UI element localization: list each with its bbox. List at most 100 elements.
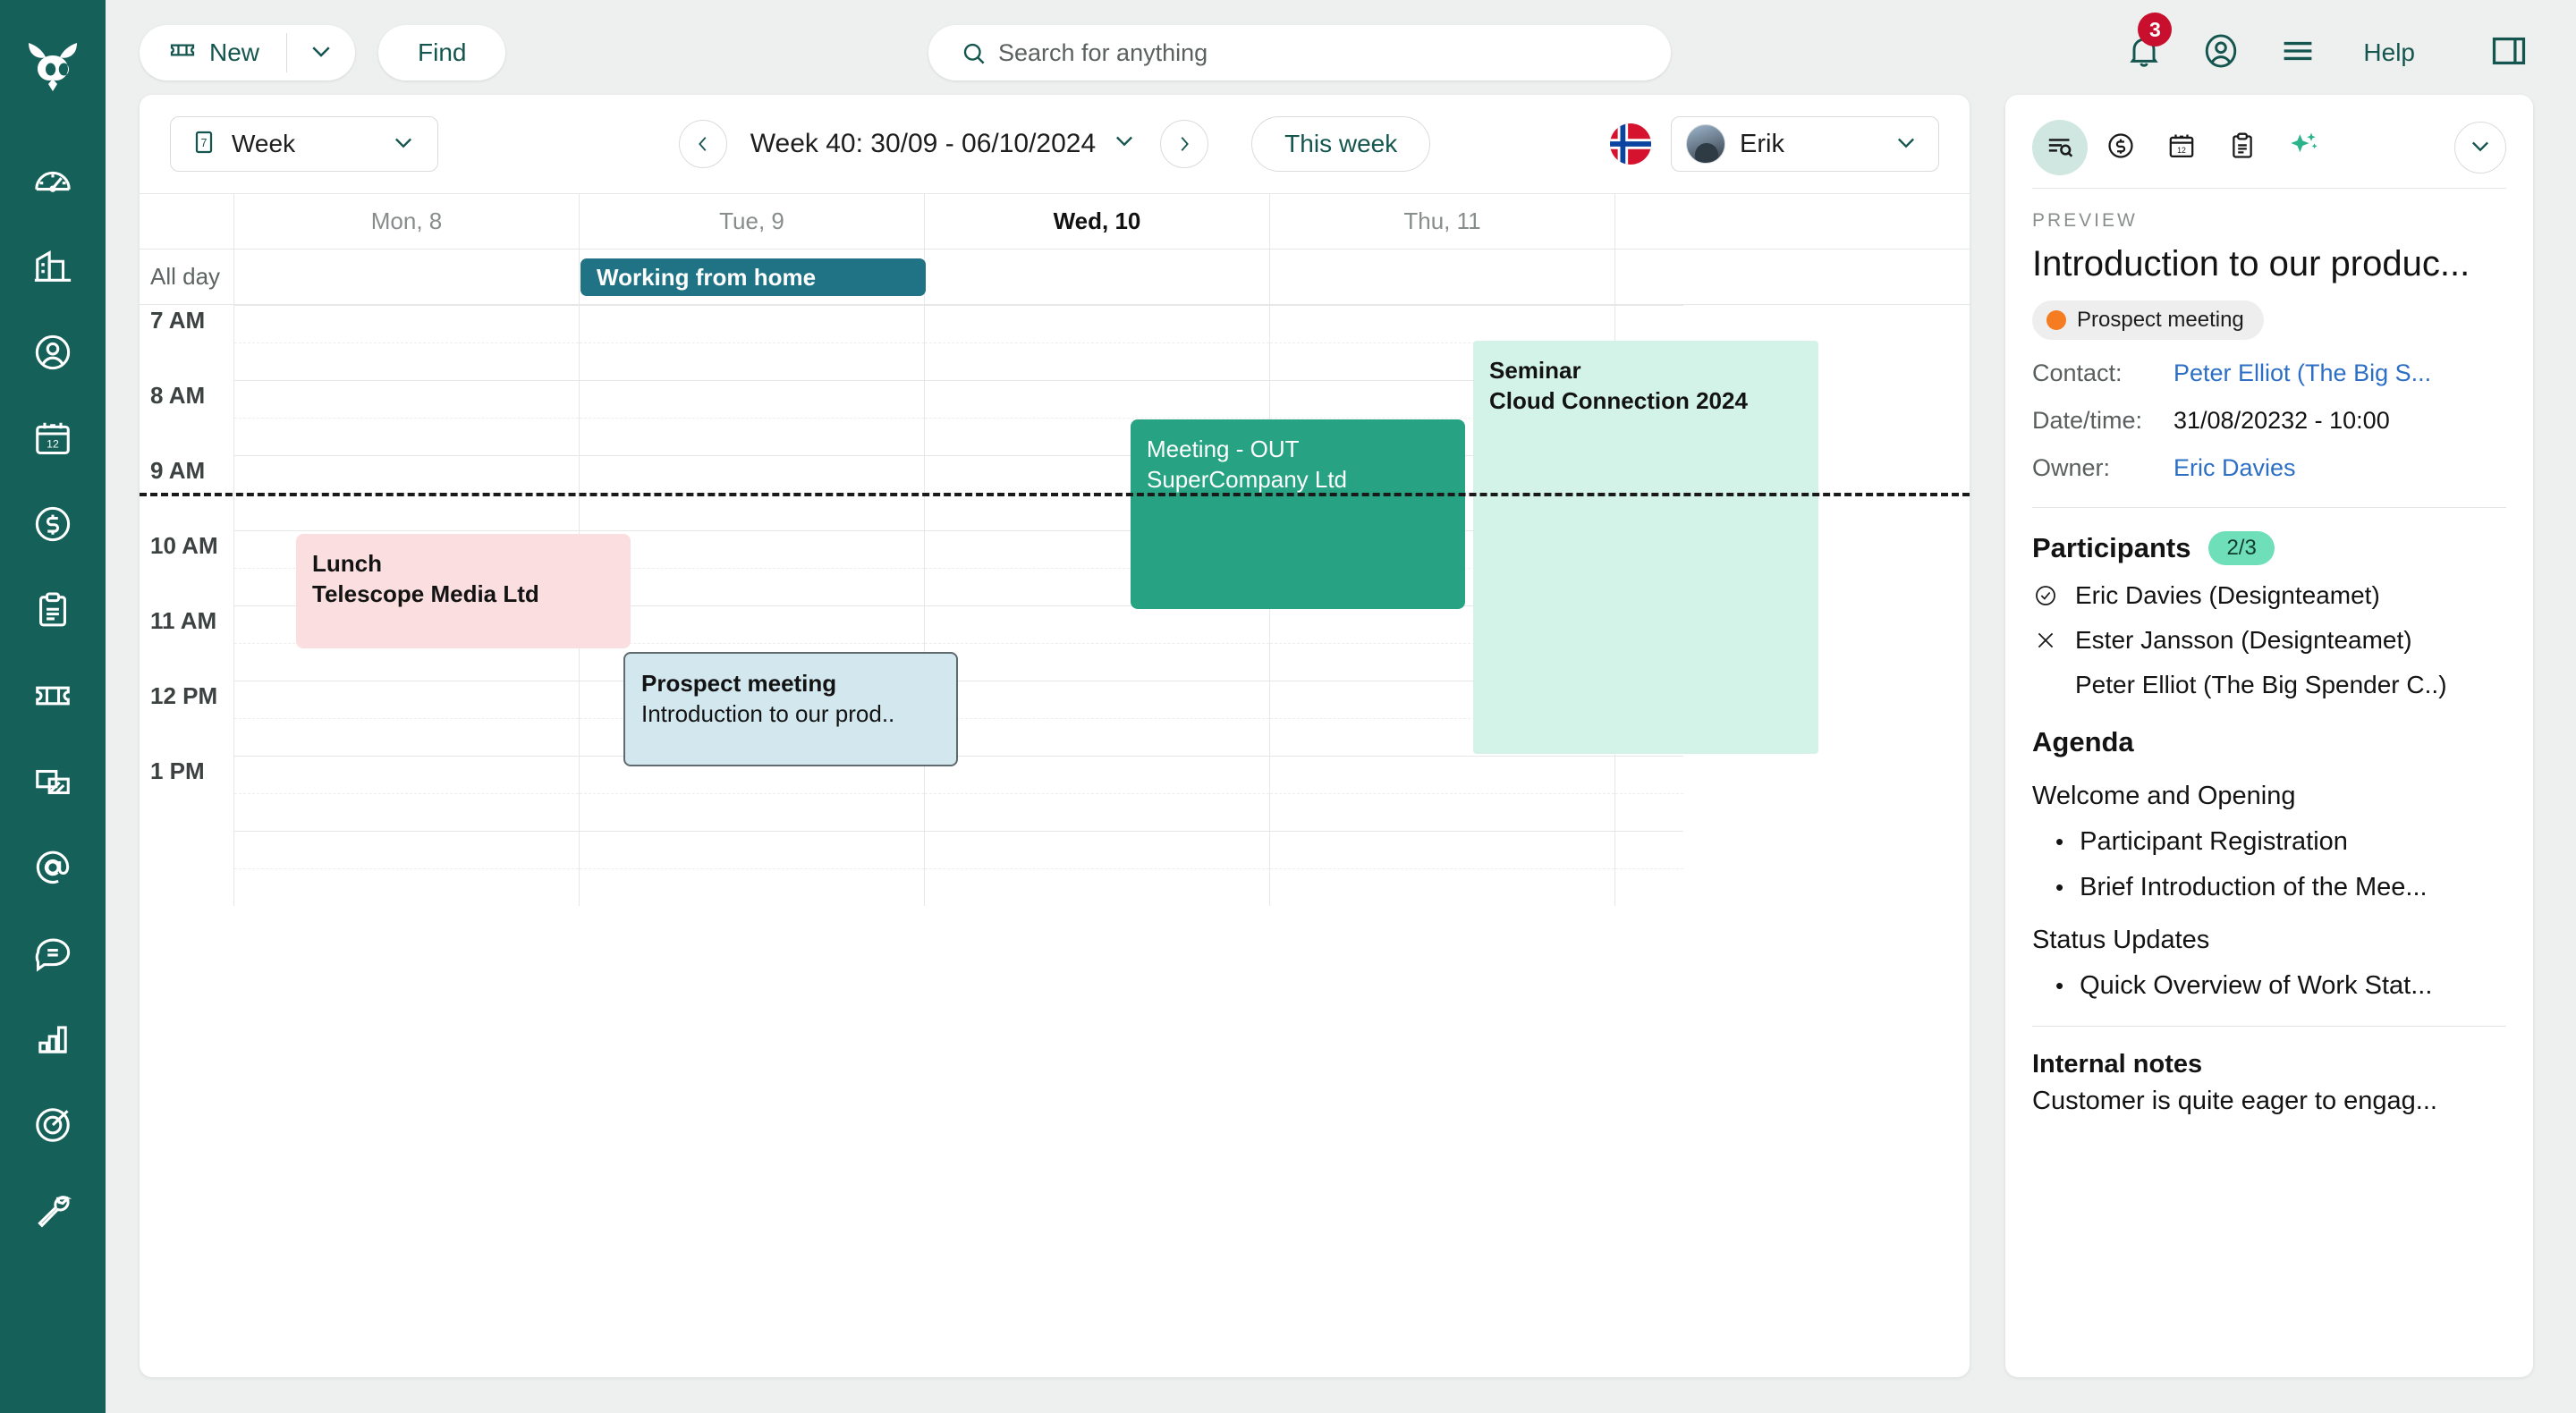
slot-mon-2pm[interactable] xyxy=(233,831,579,906)
account-button[interactable] xyxy=(2182,0,2259,106)
week-range-selector[interactable]: Week 40: 30/09 - 06/10/2024 xyxy=(750,128,1137,160)
new-button[interactable]: New xyxy=(140,25,286,80)
notifications-button[interactable]: 3 xyxy=(2106,0,2182,106)
agenda-bullet-text: Quick Overview of Work Stat... xyxy=(2080,971,2432,1001)
participants-count-badge: 2/3 xyxy=(2208,531,2274,565)
sidebar-item-mail[interactable] xyxy=(0,825,106,910)
contact-link[interactable]: Peter Elliot (The Big S... xyxy=(2174,360,2431,387)
find-button[interactable]: Find xyxy=(378,25,505,80)
slot-tue-2pm[interactable] xyxy=(579,831,924,906)
sidebar-item-companies[interactable] xyxy=(0,224,106,309)
status-badge-label: Prospect meeting xyxy=(2077,308,2244,333)
all-day-cell-wed[interactable] xyxy=(924,250,1269,304)
norway-flag-icon[interactable] xyxy=(1610,123,1651,165)
sidebar-item-dashboard[interactable] xyxy=(0,138,106,224)
sidebar-item-reports[interactable] xyxy=(0,996,106,1082)
previous-week-button[interactable] xyxy=(679,120,727,168)
tab-ai-assistant[interactable] xyxy=(2275,120,2331,175)
sidebar-item-targets[interactable] xyxy=(0,1082,106,1168)
chat-icon xyxy=(32,933,73,974)
slot-tue-1pm[interactable] xyxy=(579,756,924,831)
agenda-block-line: Status Updates xyxy=(2032,926,2506,955)
tab-preview[interactable] xyxy=(2032,120,2088,175)
help-button[interactable]: Help xyxy=(2336,0,2442,106)
all-day-label: All day xyxy=(140,250,233,304)
slot-wed-1pm[interactable] xyxy=(924,756,1269,831)
sidebar-item-tasks[interactable] xyxy=(0,567,106,653)
notification-badge: 3 xyxy=(2138,13,2172,47)
field-datetime: Date/time: 31/08/20232 - 10:00 xyxy=(2032,407,2506,435)
sidebar-item-tickets[interactable] xyxy=(0,653,106,739)
slot-mon-1pm[interactable] xyxy=(233,756,579,831)
agenda-bullet-text: Participant Registration xyxy=(2080,827,2348,857)
left-navigation-rail: 12 xyxy=(0,0,106,1413)
user-selector[interactable]: Erik xyxy=(1671,116,1939,172)
participant-row[interactable]: Peter Elliot (The Big Spender C..) xyxy=(2032,671,2506,699)
slot-overflow-1pm[interactable] xyxy=(1614,756,1683,831)
mail-at-icon xyxy=(32,847,73,888)
slot-mon-12pm[interactable] xyxy=(233,681,579,756)
sidebar-item-chat[interactable] xyxy=(0,910,106,996)
slot-thu-1pm[interactable] xyxy=(1269,756,1614,831)
owl-logo[interactable] xyxy=(25,41,80,91)
declined-icon xyxy=(2032,629,2059,652)
sidebar-item-contacts[interactable] xyxy=(0,309,106,395)
slot-mon-7am[interactable] xyxy=(233,305,579,380)
all-day-event-working-from-home[interactable]: Working from home xyxy=(580,258,926,296)
tab-sales[interactable] xyxy=(2093,120,2148,175)
this-week-button[interactable]: This week xyxy=(1251,116,1430,172)
sidebar-item-calendar[interactable]: 12 xyxy=(0,395,106,481)
slot-wed-2pm[interactable] xyxy=(924,831,1269,906)
time-column-spacer xyxy=(140,194,233,249)
all-day-cell-mon[interactable] xyxy=(233,250,579,304)
sidebar-item-settings[interactable] xyxy=(0,1168,106,1254)
all-day-cell-thu[interactable] xyxy=(1269,250,1614,304)
next-week-button[interactable] xyxy=(1160,120,1208,168)
menu-button[interactable] xyxy=(2259,0,2336,106)
svg-text:12: 12 xyxy=(47,438,59,451)
calendar-card: 7 Week Week 40: 30/09 - 06/10/2024 xyxy=(140,95,1970,1377)
day-header-tue[interactable]: Tue, 9 xyxy=(579,194,924,249)
day-header-wed[interactable]: Wed, 10 xyxy=(924,194,1269,249)
slot-wed-11am[interactable] xyxy=(924,605,1269,681)
slot-thu-2pm[interactable] xyxy=(1269,831,1614,906)
toggle-side-panel-button[interactable] xyxy=(2442,0,2576,106)
help-label: Help xyxy=(2336,38,2442,67)
event-prospect-meeting[interactable]: Prospect meeting Introduction to our pro… xyxy=(623,652,958,766)
participant-name: Ester Jansson (Designteamet) xyxy=(2075,626,2412,655)
participant-row[interactable]: Ester Jansson (Designteamet) xyxy=(2032,626,2506,655)
new-button-group: New xyxy=(140,25,355,80)
slot-wed-7am[interactable] xyxy=(924,305,1269,380)
slot-tue-7am[interactable] xyxy=(579,305,924,380)
tab-calendar[interactable]: 12 xyxy=(2154,120,2209,175)
clipboard-icon xyxy=(2227,131,2258,165)
chevron-down-icon xyxy=(2468,133,2493,163)
event-seminar[interactable]: Seminar Cloud Connection 2024 xyxy=(1473,341,1818,754)
slot-mon-8am[interactable] xyxy=(233,380,579,455)
status-dot-icon xyxy=(2046,310,2066,330)
slot-wed-12pm[interactable] xyxy=(924,681,1269,756)
day-header-mon[interactable]: Mon, 8 xyxy=(233,194,579,249)
event-meeting-out[interactable]: Meeting - OUT SuperCompany Ltd xyxy=(1131,419,1465,609)
all-day-cell-overflow[interactable] xyxy=(1614,250,1683,304)
tab-tasks[interactable] xyxy=(2215,120,2270,175)
calendar-toolbar: 7 Week Week 40: 30/09 - 06/10/2024 xyxy=(140,95,1970,193)
event-lunch[interactable]: Lunch Telescope Media Ltd xyxy=(296,534,631,648)
day-header-thu[interactable]: Thu, 11 xyxy=(1269,194,1614,249)
agenda-bullet: • Brief Introduction of the Mee... xyxy=(2055,873,2506,902)
participant-row[interactable]: Eric Davies (Designteamet) xyxy=(2032,581,2506,610)
owner-link[interactable]: Eric Davies xyxy=(2174,454,2296,482)
sidebar-item-sales[interactable] xyxy=(0,481,106,567)
calendar-time-grid: 7 AM 8 AM 9 AM xyxy=(140,305,1970,1378)
sidebar-item-screens[interactable] xyxy=(0,739,106,825)
slot-overflow-2pm[interactable] xyxy=(1614,831,1683,906)
new-dropdown-button[interactable] xyxy=(287,25,355,80)
agenda-bullet: • Quick Overview of Work Stat... xyxy=(2055,971,2506,1001)
search-input[interactable] xyxy=(928,25,1671,80)
all-day-row: All day Working from home xyxy=(140,250,1970,305)
collapse-panel-button[interactable] xyxy=(2454,122,2506,173)
slot-tue-8am[interactable] xyxy=(579,380,924,455)
preview-panel-tabs: 12 xyxy=(2032,120,2506,175)
agenda-heading: Agenda xyxy=(2032,726,2506,758)
field-contact: Contact: Peter Elliot (The Big S... xyxy=(2032,360,2506,387)
